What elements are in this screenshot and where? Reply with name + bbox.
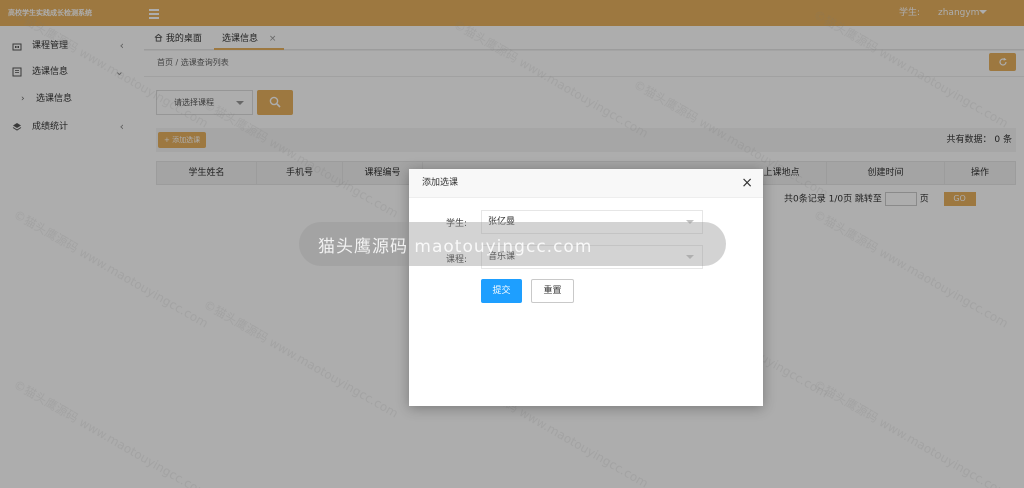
dialog-header: 添加选课 × (409, 169, 763, 198)
submit-button[interactable]: 提交 (481, 279, 522, 303)
reset-button[interactable]: 重置 (531, 279, 574, 303)
watermark-text: 猫头鹰源码 maotouyingcc.com (318, 237, 593, 257)
add-course-selection-dialog: 添加选课 × 学生: 张亿曼 课程: 音乐课 提交 重置 (409, 169, 763, 406)
dialog-title: 添加选课 (422, 178, 459, 188)
close-icon[interactable]: × (741, 174, 753, 192)
